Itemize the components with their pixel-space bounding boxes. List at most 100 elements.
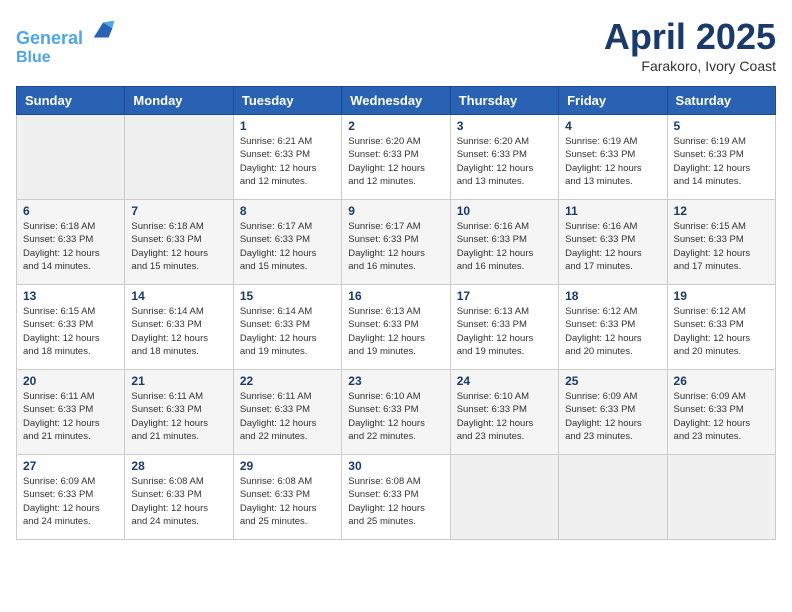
calendar-day-cell: 24 Sunrise: 6:10 AM Sunset: 6:33 PM Dayli… (450, 370, 558, 455)
calendar-day-cell: 11Sunrise: 6:16 AM Sunset: 6:33 PM Dayli… (559, 200, 667, 285)
calendar-week-row: 27 Sunrise: 6:09 AM Sunset: 6:33 PM Dayli… (17, 455, 776, 540)
day-number: 1 (240, 119, 335, 133)
calendar-day-cell: 16Sunrise: 6:13 AM Sunset: 6:33 PM Dayli… (342, 285, 450, 370)
day-of-week-header: Thursday (450, 87, 558, 115)
day-number: 21 (131, 374, 226, 388)
calendar-day-cell: 30 Sunrise: 6:08 AM Sunset: 6:33 PM Dayli… (342, 455, 450, 540)
day-number: 9 (348, 204, 443, 218)
day-info: Sunrise: 6:21 AM Sunset: 6:33 PM Dayligh… (240, 135, 335, 188)
logo-general: General (16, 28, 83, 48)
day-info: Sunrise: 6:11 AM Sunset: 6:33 PM Dayligh… (23, 390, 118, 443)
calendar-week-row: 6 Sunrise: 6:18 AM Sunset: 6:33 PM Daylig… (17, 200, 776, 285)
title-block: April 2025 Farakoro, Ivory Coast (604, 16, 776, 74)
day-of-week-header: Wednesday (342, 87, 450, 115)
day-info: Sunrise: 6:13 AM Sunset: 6:33 PM Dayligh… (457, 305, 552, 358)
day-number: 12 (674, 204, 769, 218)
day-info: Sunrise: 6:09 AM Sunset: 6:33 PM Dayligh… (23, 475, 118, 528)
day-info: Sunrise: 6:11 AM Sunset: 6:33 PM Dayligh… (240, 390, 335, 443)
day-info: Sunrise: 6:13 AM Sunset: 6:33 PM Dayligh… (348, 305, 443, 358)
day-of-week-header: Tuesday (233, 87, 341, 115)
calendar-day-cell: 23 Sunrise: 6:10 AM Sunset: 6:33 PM Dayli… (342, 370, 450, 455)
calendar-header-row: SundayMondayTuesdayWednesdayThursdayFrid… (17, 87, 776, 115)
calendar-day-cell: 3 Sunrise: 6:20 AM Sunset: 6:33 PM Daylig… (450, 115, 558, 200)
calendar-day-cell: 27 Sunrise: 6:09 AM Sunset: 6:33 PM Dayli… (17, 455, 125, 540)
day-number: 30 (348, 459, 443, 473)
day-number: 2 (348, 119, 443, 133)
day-number: 3 (457, 119, 552, 133)
calendar-day-cell: 7 Sunrise: 6:18 AM Sunset: 6:33 PM Daylig… (125, 200, 233, 285)
day-info: Sunrise: 6:08 AM Sunset: 6:33 PM Dayligh… (348, 475, 443, 528)
calendar-week-row: 13 Sunrise: 6:15 AM Sunset: 6:33 PM Dayli… (17, 285, 776, 370)
day-info: Sunrise: 6:18 AM Sunset: 6:33 PM Dayligh… (23, 220, 118, 273)
day-info: Sunrise: 6:08 AM Sunset: 6:33 PM Dayligh… (240, 475, 335, 528)
day-info: Sunrise: 6:09 AM Sunset: 6:33 PM Dayligh… (674, 390, 769, 443)
calendar-day-cell (17, 115, 125, 200)
day-info: Sunrise: 6:19 AM Sunset: 6:33 PM Dayligh… (565, 135, 660, 188)
calendar-day-cell: 6 Sunrise: 6:18 AM Sunset: 6:33 PM Daylig… (17, 200, 125, 285)
day-number: 6 (23, 204, 118, 218)
calendar-day-cell: 22Sunrise: 6:11 AM Sunset: 6:33 PM Dayli… (233, 370, 341, 455)
location-subtitle: Farakoro, Ivory Coast (604, 58, 776, 74)
day-info: Sunrise: 6:17 AM Sunset: 6:33 PM Dayligh… (240, 220, 335, 273)
day-info: Sunrise: 6:19 AM Sunset: 6:33 PM Dayligh… (674, 135, 769, 188)
day-number: 17 (457, 289, 552, 303)
day-number: 4 (565, 119, 660, 133)
day-info: Sunrise: 6:12 AM Sunset: 6:33 PM Dayligh… (674, 305, 769, 358)
calendar-day-cell: 9Sunrise: 6:17 AM Sunset: 6:33 PM Daylig… (342, 200, 450, 285)
day-info: Sunrise: 6:16 AM Sunset: 6:33 PM Dayligh… (457, 220, 552, 273)
day-info: Sunrise: 6:10 AM Sunset: 6:33 PM Dayligh… (457, 390, 552, 443)
day-of-week-header: Sunday (17, 87, 125, 115)
day-info: Sunrise: 6:10 AM Sunset: 6:33 PM Dayligh… (348, 390, 443, 443)
calendar-day-cell: 18Sunrise: 6:12 AM Sunset: 6:33 PM Dayli… (559, 285, 667, 370)
day-info: Sunrise: 6:09 AM Sunset: 6:33 PM Dayligh… (565, 390, 660, 443)
day-number: 7 (131, 204, 226, 218)
day-info: Sunrise: 6:20 AM Sunset: 6:33 PM Dayligh… (348, 135, 443, 188)
logo-icon (90, 16, 118, 44)
logo-blue: Blue (16, 49, 118, 67)
day-number: 24 (457, 374, 552, 388)
calendar-day-cell: 12 Sunrise: 6:15 AM Sunset: 6:33 PM Dayli… (667, 200, 775, 285)
month-title: April 2025 (604, 16, 776, 58)
day-info: Sunrise: 6:15 AM Sunset: 6:33 PM Dayligh… (674, 220, 769, 273)
calendar-day-cell (559, 455, 667, 540)
calendar-day-cell (450, 455, 558, 540)
day-number: 19 (674, 289, 769, 303)
day-number: 26 (674, 374, 769, 388)
day-info: Sunrise: 6:15 AM Sunset: 6:33 PM Dayligh… (23, 305, 118, 358)
calendar-day-cell: 20Sunrise: 6:11 AM Sunset: 6:33 PM Dayli… (17, 370, 125, 455)
calendar-table: SundayMondayTuesdayWednesdayThursdayFrid… (16, 86, 776, 540)
logo-text: General (16, 16, 118, 49)
calendar-day-cell: 25 Sunrise: 6:09 AM Sunset: 6:33 PM Dayli… (559, 370, 667, 455)
day-info: Sunrise: 6:16 AM Sunset: 6:33 PM Dayligh… (565, 220, 660, 273)
calendar-day-cell: 14Sunrise: 6:14 AM Sunset: 6:33 PM Dayli… (125, 285, 233, 370)
calendar-day-cell (125, 115, 233, 200)
calendar-week-row: 20Sunrise: 6:11 AM Sunset: 6:33 PM Dayli… (17, 370, 776, 455)
day-number: 13 (23, 289, 118, 303)
calendar-day-cell: 17 Sunrise: 6:13 AM Sunset: 6:33 PM Dayli… (450, 285, 558, 370)
day-of-week-header: Saturday (667, 87, 775, 115)
calendar-day-cell: 1 Sunrise: 6:21 AM Sunset: 6:33 PM Daylig… (233, 115, 341, 200)
calendar-day-cell: 10Sunrise: 6:16 AM Sunset: 6:33 PM Dayli… (450, 200, 558, 285)
day-info: Sunrise: 6:18 AM Sunset: 6:33 PM Dayligh… (131, 220, 226, 273)
calendar-day-cell: 4 Sunrise: 6:19 AM Sunset: 6:33 PM Daylig… (559, 115, 667, 200)
calendar-day-cell: 28Sunrise: 6:08 AM Sunset: 6:33 PM Dayli… (125, 455, 233, 540)
calendar-day-cell: 29 Sunrise: 6:08 AM Sunset: 6:33 PM Dayli… (233, 455, 341, 540)
day-number: 29 (240, 459, 335, 473)
day-number: 18 (565, 289, 660, 303)
day-info: Sunrise: 6:20 AM Sunset: 6:33 PM Dayligh… (457, 135, 552, 188)
calendar-day-cell: 26 Sunrise: 6:09 AM Sunset: 6:33 PM Dayli… (667, 370, 775, 455)
day-number: 14 (131, 289, 226, 303)
day-number: 8 (240, 204, 335, 218)
day-number: 15 (240, 289, 335, 303)
day-number: 25 (565, 374, 660, 388)
calendar-day-cell (667, 455, 775, 540)
day-number: 27 (23, 459, 118, 473)
calendar-day-cell: 19 Sunrise: 6:12 AM Sunset: 6:33 PM Dayli… (667, 285, 775, 370)
calendar-day-cell: 13 Sunrise: 6:15 AM Sunset: 6:33 PM Dayli… (17, 285, 125, 370)
logo: General Blue (16, 16, 118, 66)
day-info: Sunrise: 6:14 AM Sunset: 6:33 PM Dayligh… (240, 305, 335, 358)
calendar-day-cell: 21Sunrise: 6:11 AM Sunset: 6:33 PM Dayli… (125, 370, 233, 455)
day-number: 23 (348, 374, 443, 388)
page-header: General Blue April 2025 Farakoro, Ivory … (16, 16, 776, 74)
calendar-day-cell: 8 Sunrise: 6:17 AM Sunset: 6:33 PM Daylig… (233, 200, 341, 285)
